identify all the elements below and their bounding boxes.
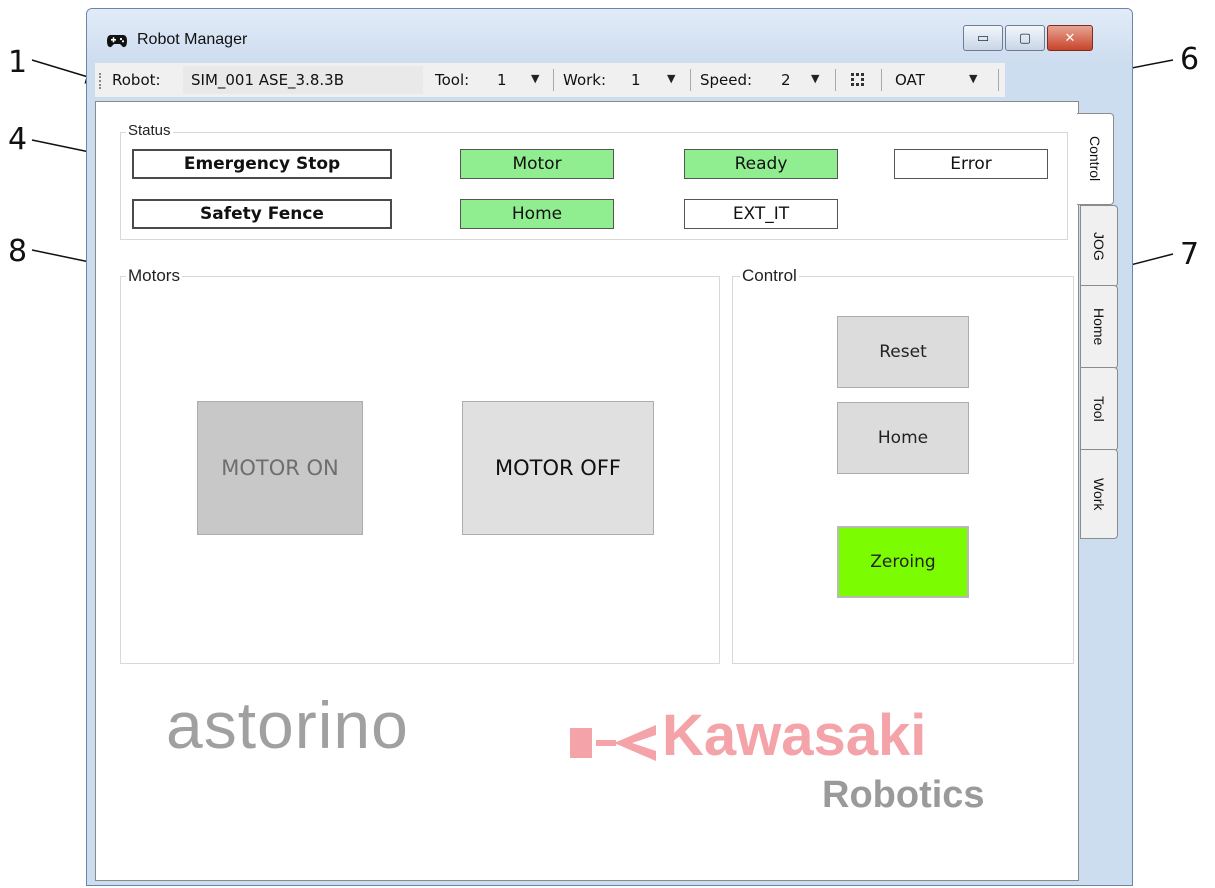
tab-tool[interactable]: Tool: [1080, 367, 1118, 451]
separator: [553, 69, 554, 91]
reset-button[interactable]: Reset: [837, 316, 969, 388]
close-icon: ✕: [1064, 30, 1076, 46]
status-group-label: Status: [126, 122, 173, 139]
astorino-logo: astorino: [166, 688, 409, 762]
home-indicator: Home: [460, 199, 614, 229]
main-panel: Status Emergency Stop Safety Fence Motor…: [95, 101, 1079, 881]
motor-off-button[interactable]: MOTOR OFF: [462, 401, 654, 535]
kawasaki-logo: Kawasaki: [662, 703, 927, 768]
tab-control[interactable]: Control: [1077, 113, 1114, 205]
tab-work-label: Work: [1091, 477, 1107, 511]
callout-7: 7: [1180, 237, 1200, 272]
tab-work[interactable]: Work: [1080, 449, 1118, 539]
mode-select[interactable]: OAT: [895, 71, 925, 89]
ready-indicator: Ready: [684, 149, 838, 179]
maximize-icon: ▢: [1018, 30, 1032, 46]
minimize-button[interactable]: ▭: [963, 25, 1003, 51]
emergency-stop-indicator: Emergency Stop: [132, 149, 392, 179]
mode-dropdown-icon[interactable]: ▼: [969, 72, 977, 85]
work-label: Work:: [563, 71, 607, 89]
robotics-text: Robotics: [822, 774, 985, 816]
window-title: Robot Manager: [137, 31, 248, 48]
robot-manager-window: Robot Manager ▭ ▢ ✕ Robot: SIM_001 ASE_3…: [86, 8, 1133, 886]
speed-label: Speed:: [700, 71, 753, 89]
robot-label: Robot:: [112, 71, 161, 89]
callout-8: 8: [8, 234, 28, 269]
toolbar: Robot: SIM_001 ASE_3.8.3B Tool: 1 ▼ Work…: [95, 63, 1005, 97]
callout-4: 4: [8, 122, 28, 157]
ext-it-indicator: EXT_IT: [684, 199, 838, 229]
grid-mode-icon[interactable]: [850, 72, 866, 88]
zeroing-button[interactable]: Zeroing: [837, 526, 969, 598]
kawasaki-mark-icon: [570, 723, 656, 767]
tool-label: Tool:: [435, 71, 470, 89]
tab-home-label: Home: [1091, 308, 1107, 346]
gamepad-icon: [107, 33, 127, 53]
safety-fence-indicator: Safety Fence: [132, 199, 392, 229]
motor-indicator: Motor: [460, 149, 614, 179]
title-bar[interactable]: Robot Manager ▭ ▢ ✕: [87, 9, 1132, 63]
separator: [881, 69, 882, 91]
separator: [998, 69, 999, 91]
tab-home[interactable]: Home: [1080, 285, 1118, 369]
minimize-icon: ▭: [976, 30, 990, 46]
maximize-button[interactable]: ▢: [1005, 25, 1045, 51]
motors-group-label: Motors: [126, 266, 182, 286]
tab-jog-label: JOG: [1091, 231, 1107, 261]
speed-select[interactable]: 2: [781, 71, 791, 89]
robot-value: SIM_001 ASE_3.8.3B: [191, 71, 345, 89]
tab-jog[interactable]: JOG: [1080, 205, 1118, 287]
toolbar-grip[interactable]: [99, 73, 103, 89]
tool-select[interactable]: 1: [497, 71, 507, 89]
control-group-label: Control: [740, 266, 799, 286]
speed-dropdown-icon[interactable]: ▼: [811, 72, 819, 85]
work-dropdown-icon[interactable]: ▼: [667, 72, 675, 85]
work-select[interactable]: 1: [631, 71, 641, 89]
tab-control-label: Control: [1087, 136, 1103, 182]
separator: [690, 69, 691, 91]
callout-1: 1: [8, 45, 28, 80]
error-indicator: Error: [894, 149, 1048, 179]
motor-on-button[interactable]: MOTOR ON: [197, 401, 363, 535]
home-button[interactable]: Home: [837, 402, 969, 474]
tab-tool-label: Tool: [1091, 396, 1107, 422]
callout-6: 6: [1180, 42, 1200, 77]
close-button[interactable]: ✕: [1047, 25, 1093, 51]
tool-dropdown-icon[interactable]: ▼: [531, 72, 539, 85]
separator: [835, 69, 836, 91]
